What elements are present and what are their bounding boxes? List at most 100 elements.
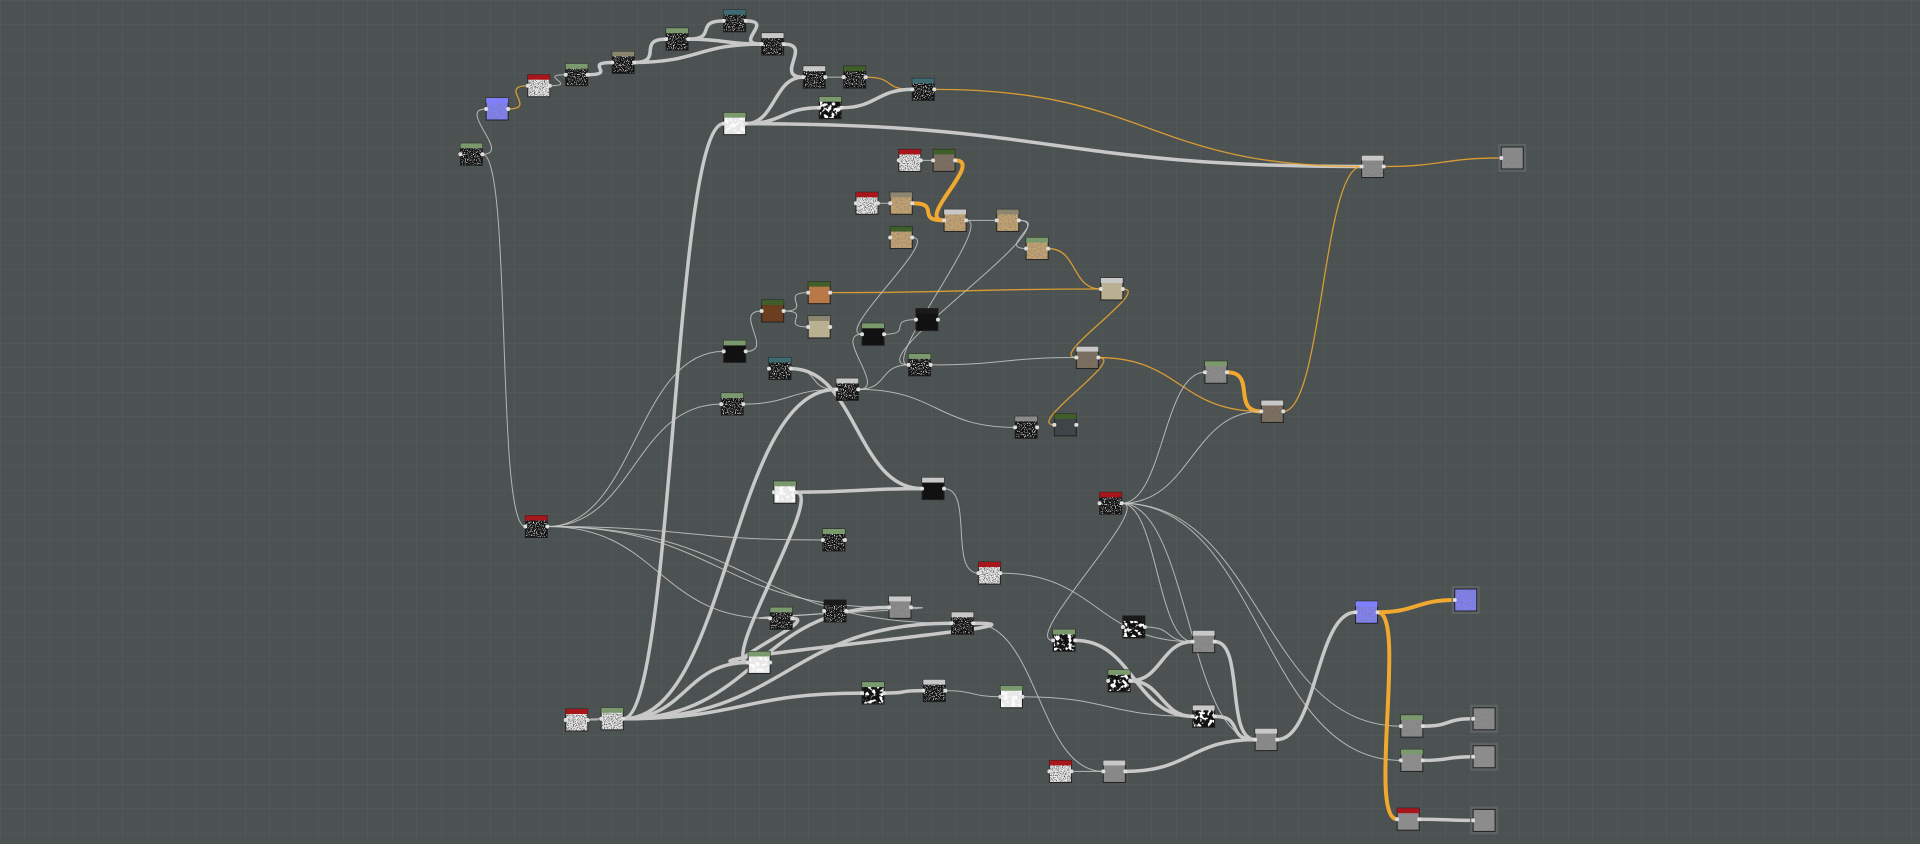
input-port[interactable] bbox=[759, 42, 764, 47]
input-port[interactable] bbox=[1471, 818, 1476, 823]
graph-node[interactable] bbox=[998, 685, 1025, 709]
graph-node[interactable] bbox=[1013, 415, 1040, 439]
input-port[interactable] bbox=[664, 37, 669, 42]
output-node[interactable] bbox=[1470, 806, 1499, 835]
graph-node[interactable] bbox=[910, 77, 937, 101]
input-port[interactable] bbox=[563, 718, 568, 723]
output-port[interactable] bbox=[1128, 678, 1133, 683]
output-port[interactable] bbox=[998, 571, 1003, 576]
output-port[interactable] bbox=[1074, 422, 1079, 427]
input-port[interactable] bbox=[801, 75, 806, 80]
graph-node[interactable] bbox=[949, 611, 976, 635]
output-port[interactable] bbox=[1281, 409, 1286, 414]
graph-node[interactable] bbox=[759, 299, 786, 323]
output-port[interactable] bbox=[506, 106, 511, 111]
output-port[interactable] bbox=[928, 362, 933, 367]
output-port[interactable] bbox=[1420, 758, 1425, 763]
input-port[interactable] bbox=[1471, 754, 1476, 759]
graph-node[interactable] bbox=[994, 208, 1021, 232]
graph-node[interactable] bbox=[721, 9, 748, 33]
output-port[interactable] bbox=[856, 387, 861, 392]
output-port[interactable] bbox=[1123, 769, 1128, 774]
output-port[interactable] bbox=[1375, 610, 1380, 615]
input-port[interactable] bbox=[1047, 769, 1052, 774]
input-port[interactable] bbox=[610, 60, 615, 65]
graph-node[interactable] bbox=[1047, 759, 1074, 783]
graph-node[interactable] bbox=[1106, 669, 1133, 693]
graph-node[interactable] bbox=[806, 281, 833, 305]
graph-node[interactable] bbox=[759, 32, 786, 56]
output-port[interactable] bbox=[953, 158, 958, 163]
output-node[interactable] bbox=[1470, 742, 1499, 771]
output-port[interactable] bbox=[1020, 694, 1025, 699]
output-port[interactable] bbox=[1016, 218, 1021, 223]
output-node[interactable] bbox=[1470, 704, 1499, 733]
input-port[interactable] bbox=[1120, 624, 1125, 629]
graph-node[interactable] bbox=[1395, 807, 1422, 831]
output-node[interactable] bbox=[1498, 143, 1527, 172]
input-port[interactable] bbox=[1013, 425, 1018, 430]
output-port[interactable] bbox=[964, 218, 969, 223]
graph-node[interactable] bbox=[1051, 628, 1078, 652]
input-port[interactable] bbox=[1395, 817, 1400, 822]
graph-node[interactable] bbox=[806, 315, 833, 339]
graph-node[interactable] bbox=[1398, 714, 1425, 738]
output-port[interactable] bbox=[823, 75, 828, 80]
output-port[interactable] bbox=[1046, 246, 1051, 251]
input-port[interactable] bbox=[834, 387, 839, 392]
output-port[interactable] bbox=[1069, 769, 1074, 774]
graph-node[interactable] bbox=[1101, 759, 1128, 783]
graph-node[interactable] bbox=[1052, 413, 1079, 437]
input-port[interactable] bbox=[1024, 246, 1029, 251]
output-port[interactable] bbox=[1035, 425, 1040, 430]
output-port[interactable] bbox=[842, 538, 847, 543]
output-port[interactable] bbox=[910, 201, 915, 206]
output-port[interactable] bbox=[1420, 724, 1425, 729]
input-port[interactable] bbox=[599, 716, 604, 721]
output-port[interactable] bbox=[781, 309, 786, 314]
input-port[interactable] bbox=[820, 538, 825, 543]
graph-node[interactable] bbox=[563, 708, 590, 732]
input-port[interactable] bbox=[841, 75, 846, 80]
output-port[interactable] bbox=[743, 349, 748, 354]
input-port[interactable] bbox=[1097, 501, 1102, 506]
graph-node[interactable] bbox=[887, 595, 914, 619]
graph-node[interactable] bbox=[719, 392, 746, 416]
input-port[interactable] bbox=[458, 152, 463, 157]
input-port[interactable] bbox=[1051, 638, 1056, 643]
input-port[interactable] bbox=[759, 309, 764, 314]
graph-node[interactable] bbox=[484, 97, 511, 121]
output-port[interactable] bbox=[1275, 737, 1280, 742]
output-port[interactable] bbox=[790, 616, 795, 621]
output-port[interactable] bbox=[686, 37, 691, 42]
input-port[interactable] bbox=[906, 362, 911, 367]
output-port[interactable] bbox=[971, 621, 976, 626]
graph-node[interactable] bbox=[721, 339, 748, 363]
input-port[interactable] bbox=[1452, 598, 1457, 603]
output-port[interactable] bbox=[1119, 501, 1124, 506]
output-port[interactable] bbox=[1417, 817, 1422, 822]
input-port[interactable] bbox=[1190, 714, 1195, 719]
output-port[interactable] bbox=[621, 716, 626, 721]
input-port[interactable] bbox=[1202, 370, 1207, 375]
input-port[interactable] bbox=[523, 524, 528, 529]
graph-node[interactable] bbox=[860, 681, 887, 705]
graph-node[interactable] bbox=[976, 561, 1003, 585]
graph-node[interactable] bbox=[721, 112, 748, 136]
output-port[interactable] bbox=[882, 332, 887, 337]
graph-node[interactable] bbox=[767, 357, 794, 381]
input-port[interactable] bbox=[746, 660, 751, 665]
input-port[interactable] bbox=[806, 290, 811, 295]
graph-node[interactable] bbox=[1398, 748, 1425, 772]
graph-node[interactable] bbox=[1253, 728, 1280, 752]
input-port[interactable] bbox=[1471, 716, 1476, 721]
output-port[interactable] bbox=[741, 402, 746, 407]
input-port[interactable] bbox=[913, 317, 918, 322]
output-port[interactable] bbox=[932, 87, 937, 92]
output-port[interactable] bbox=[828, 324, 833, 329]
graph-node[interactable] bbox=[906, 353, 933, 377]
input-port[interactable] bbox=[1398, 724, 1403, 729]
input-port[interactable] bbox=[721, 349, 726, 354]
input-port[interactable] bbox=[806, 324, 811, 329]
output-port[interactable] bbox=[1096, 355, 1101, 360]
